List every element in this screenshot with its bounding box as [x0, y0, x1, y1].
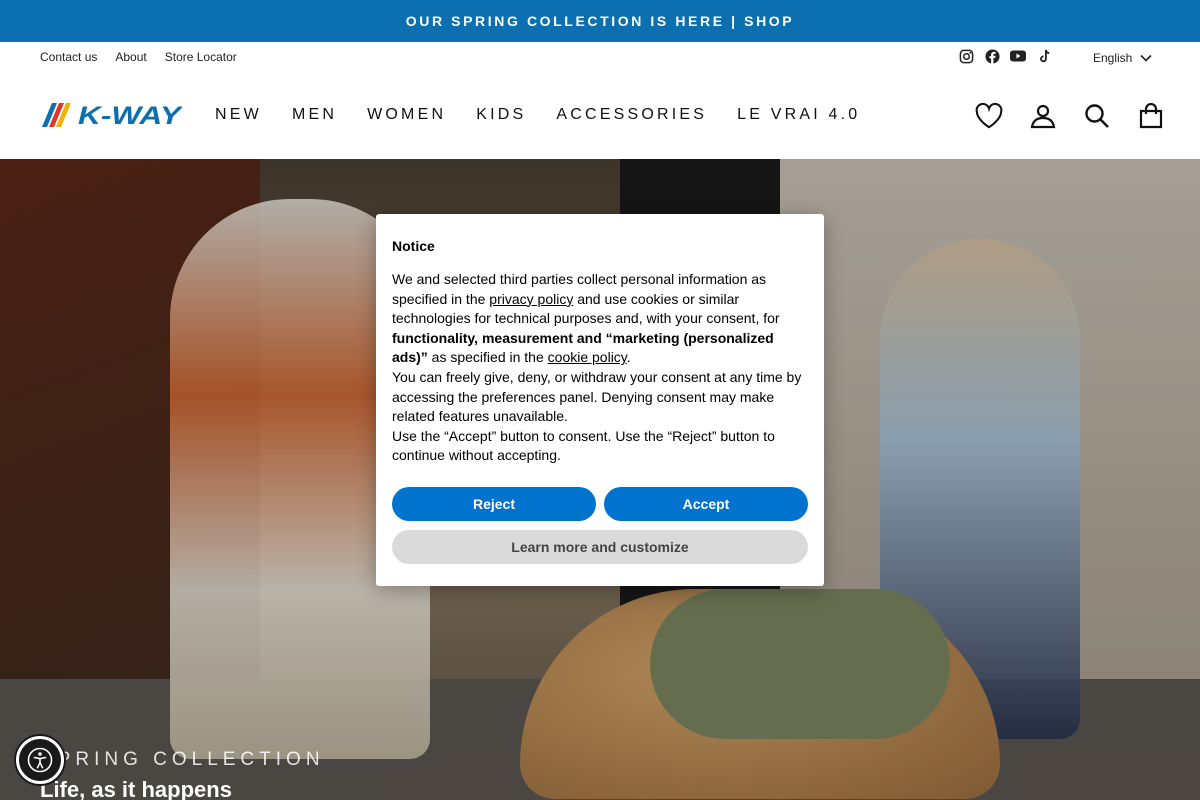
facebook-icon[interactable]: [984, 48, 1000, 64]
announcement-text[interactable]: OUR SPRING COLLECTION IS HERE | SHOP: [406, 13, 794, 29]
consent-title: Notice: [392, 238, 435, 254]
main-nav: NEW MEN WOMEN KIDS ACCESSORIES LE VRAI 4…: [215, 106, 860, 124]
contact-us-link[interactable]: Contact us: [40, 50, 97, 64]
reject-button[interactable]: Reject: [392, 487, 596, 521]
kway-wordmark: K-WAY: [78, 102, 182, 128]
announcement-bar[interactable]: OUR SPRING COLLECTION IS HERE | SHOP: [0, 0, 1200, 42]
cookie-consent-dialog: Notice We and selected third parties col…: [376, 214, 824, 586]
about-link[interactable]: About: [115, 50, 146, 64]
nav-men[interactable]: MEN: [292, 106, 337, 124]
consent-paragraph-2: You can freely give, deny, or withdraw y…: [392, 368, 802, 425]
chevron-down-icon: [1140, 51, 1152, 65]
store-locator-link[interactable]: Store Locator: [165, 50, 237, 64]
privacy-policy-link[interactable]: privacy policy: [489, 291, 573, 307]
site-header: Contact us About Store Locator English K: [0, 42, 1200, 159]
account-icon[interactable]: [1029, 102, 1057, 130]
hero-kicker: SPRING COLLECTION: [40, 749, 325, 770]
tiktok-icon[interactable]: [1036, 48, 1052, 64]
learn-more-button[interactable]: Learn more and customize: [392, 530, 808, 564]
nav-new[interactable]: NEW: [215, 106, 262, 124]
utility-links: Contact us About Store Locator: [40, 50, 255, 64]
accessibility-button[interactable]: [16, 736, 64, 784]
hero-title: Life, as it happens: [40, 777, 232, 800]
search-icon[interactable]: [1083, 102, 1111, 130]
cart-icon[interactable]: [1137, 102, 1165, 130]
consent-buttons: Reject Accept: [392, 487, 808, 521]
nav-women[interactable]: WOMEN: [367, 106, 446, 124]
wishlist-heart-icon[interactable]: [975, 102, 1003, 130]
instagram-icon[interactable]: [958, 48, 974, 64]
language-selector[interactable]: English: [1093, 51, 1152, 65]
svg-text:K-WAY: K-WAY: [78, 102, 182, 128]
social-links: [958, 48, 1052, 64]
consent-paragraph-1: We and selected third parties collect pe…: [392, 271, 780, 366]
kway-logo-mark: [42, 103, 71, 127]
nav-le-vrai[interactable]: LE VRAI 4.0: [737, 106, 860, 124]
header-icons: [975, 102, 1165, 130]
language-label: English: [1093, 51, 1133, 65]
brand-logo[interactable]: K-WAY: [40, 102, 182, 128]
nav-accessories[interactable]: ACCESSORIES: [556, 106, 707, 124]
cookie-policy-link[interactable]: cookie policy: [548, 349, 627, 365]
consent-paragraph-3: Use the “Accept” button to consent. Use …: [392, 427, 775, 464]
accessibility-icon: [27, 747, 53, 773]
accept-button[interactable]: Accept: [604, 487, 808, 521]
youtube-icon[interactable]: [1010, 48, 1026, 64]
nav-kids[interactable]: KIDS: [476, 106, 526, 124]
